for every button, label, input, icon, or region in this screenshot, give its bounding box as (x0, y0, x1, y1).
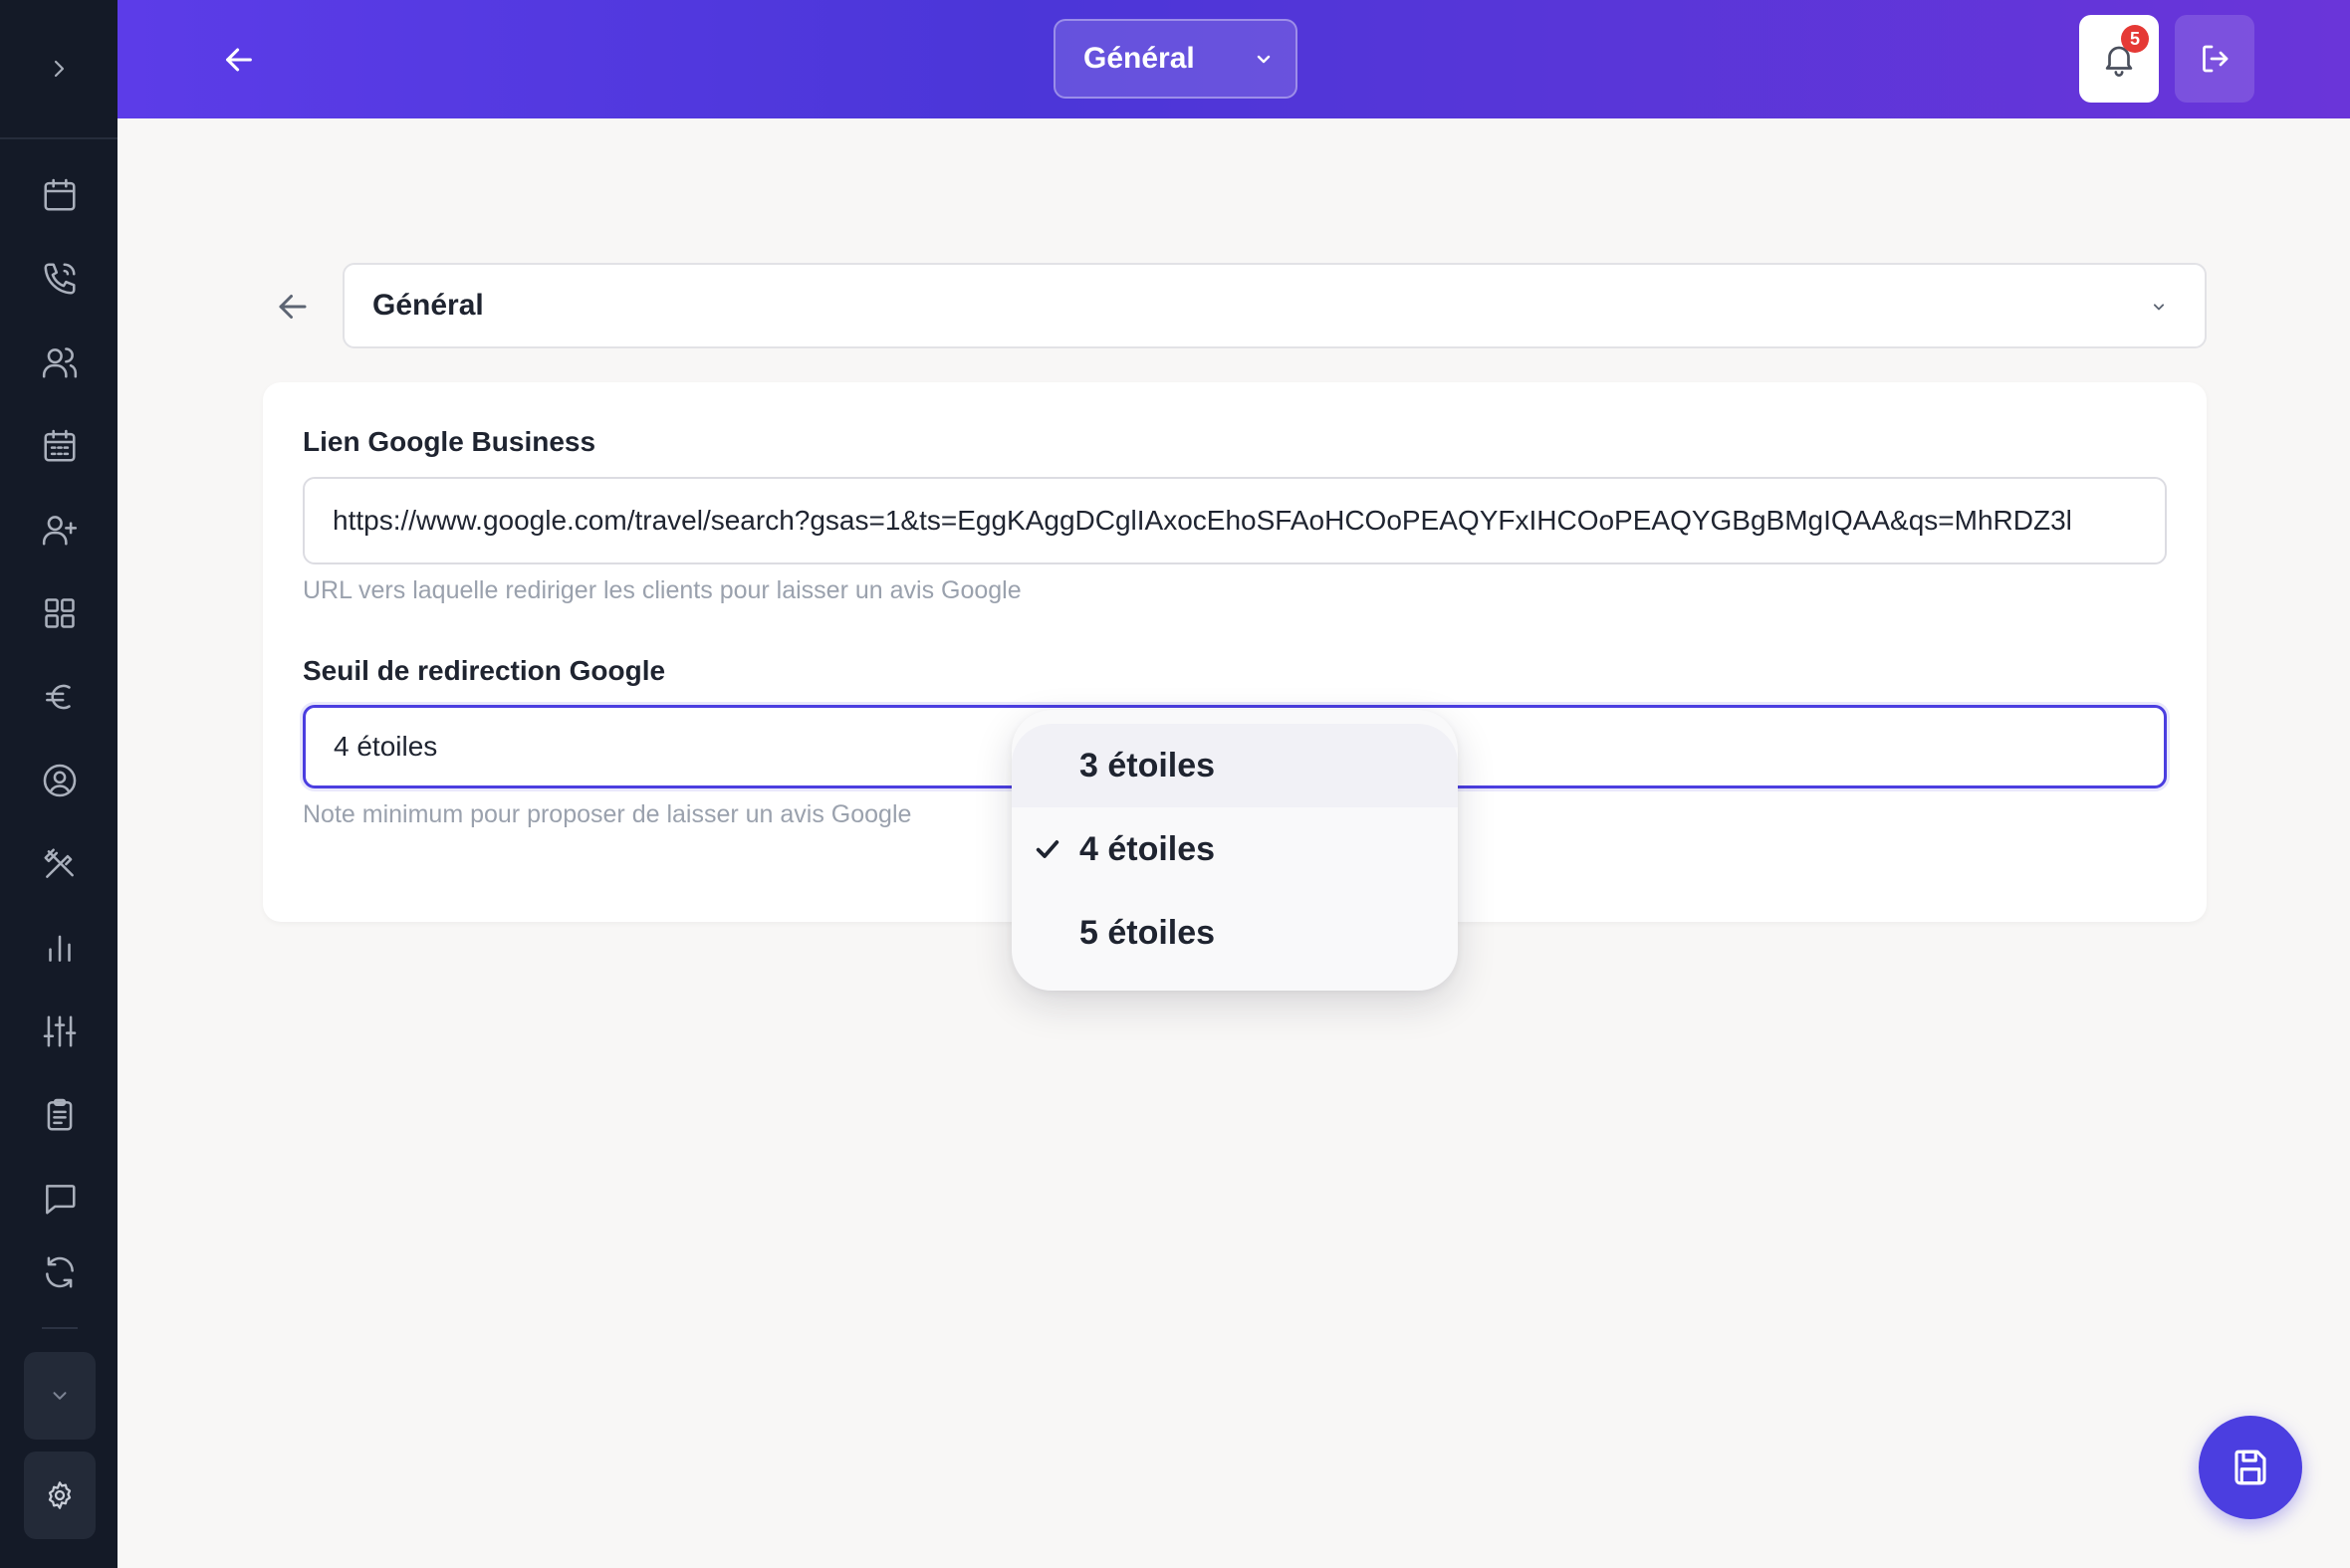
header-section-select[interactable]: Général (1054, 19, 1297, 99)
dropdown-option-5-stars[interactable]: 5 étoiles (1012, 891, 1458, 975)
sidebar-item-apps[interactable] (34, 587, 86, 639)
calendar-grid-icon (44, 429, 76, 462)
gear-icon (48, 1481, 72, 1509)
header-back-button[interactable] (213, 34, 265, 86)
dropdown-option-label: 4 étoiles (1079, 829, 1216, 868)
threshold-dropdown-menu: 3 étoiles 4 étoiles 5 étoiles (1012, 710, 1458, 991)
sidebar-more-button[interactable] (24, 1352, 96, 1440)
sidebar-item-calendar[interactable] (34, 169, 86, 221)
clipboard-icon (47, 1098, 73, 1131)
sidebar-item-menu[interactable] (34, 838, 86, 890)
google-link-hint: URL vers laquelle rediriger les clients … (303, 576, 1022, 604)
user-plus-icon (42, 516, 78, 546)
chevron-down-icon (1257, 55, 1271, 64)
google-link-label: Lien Google Business (303, 426, 596, 457)
bar-chart-icon (49, 935, 71, 962)
settings-section-select[interactable]: Général (343, 263, 2207, 348)
chevron-down-icon (53, 1392, 67, 1400)
sidebar-item-sync[interactable] (34, 1246, 86, 1298)
google-threshold-value: 4 étoiles (334, 731, 438, 762)
sidebar-item-calls[interactable] (34, 253, 86, 305)
sidebar-expand-button[interactable] (0, 0, 118, 139)
sidebar-item-settings-sliders[interactable] (34, 1006, 86, 1057)
google-threshold-hint: Note minimum pour proposer de laisser un… (303, 800, 912, 828)
euro-icon (46, 684, 71, 710)
sidebar-item-customers[interactable] (34, 336, 86, 388)
sidebar-item-messages[interactable] (34, 1173, 86, 1225)
sidebar-item-reservations[interactable] (34, 420, 86, 472)
arrow-left-icon (279, 295, 307, 319)
sidebar-divider (42, 1327, 78, 1329)
refresh-icon (46, 1256, 74, 1288)
dropdown-option-4-stars[interactable]: 4 étoiles (1012, 807, 1458, 891)
user-circle-icon (43, 764, 77, 797)
phone-icon (44, 263, 76, 295)
chevron-down-icon (2153, 304, 2165, 311)
save-icon (2234, 1450, 2266, 1485)
sidebar (0, 0, 118, 1568)
checkmark-icon (1036, 840, 1059, 858)
google-link-value: https://www.google.com/travel/search?gsa… (333, 505, 2072, 536)
chevron-right-icon (54, 60, 65, 78)
sliders-icon (43, 1015, 77, 1047)
sidebar-item-tasks[interactable] (34, 1089, 86, 1141)
apps-grid-icon (45, 598, 75, 628)
arrow-left-icon (226, 48, 252, 72)
sidebar-item-finance[interactable] (34, 671, 86, 723)
top-header: Général 5 (118, 0, 2350, 118)
notification-count-badge: 5 (2121, 25, 2149, 53)
sidebar-settings-button[interactable] (24, 1452, 96, 1539)
logout-button[interactable] (2175, 15, 2254, 103)
sidebar-item-add-user[interactable] (34, 504, 86, 556)
logout-icon (2203, 45, 2229, 73)
dropdown-option-3-stars[interactable]: 3 étoiles (1012, 724, 1458, 807)
save-button[interactable] (2199, 1416, 2302, 1519)
dropdown-option-label: 3 étoiles (1079, 746, 1216, 784)
google-threshold-label: Seuil de redirection Google (303, 655, 666, 686)
sidebar-item-stats[interactable] (34, 922, 86, 974)
users-icon (42, 347, 78, 378)
settings-section-select-value: Général (372, 289, 484, 322)
dropdown-option-label: 5 étoiles (1079, 913, 1216, 952)
calendar-icon (44, 178, 76, 211)
header-section-select-value: Général (1083, 42, 1195, 75)
utensils-icon (44, 848, 74, 878)
google-link-input[interactable]: https://www.google.com/travel/search?gsa… (303, 477, 2167, 564)
sidebar-item-profile[interactable] (34, 755, 86, 806)
page-back-button[interactable] (267, 281, 319, 333)
notifications-button[interactable]: 5 (2079, 15, 2159, 103)
message-icon (46, 1185, 76, 1215)
